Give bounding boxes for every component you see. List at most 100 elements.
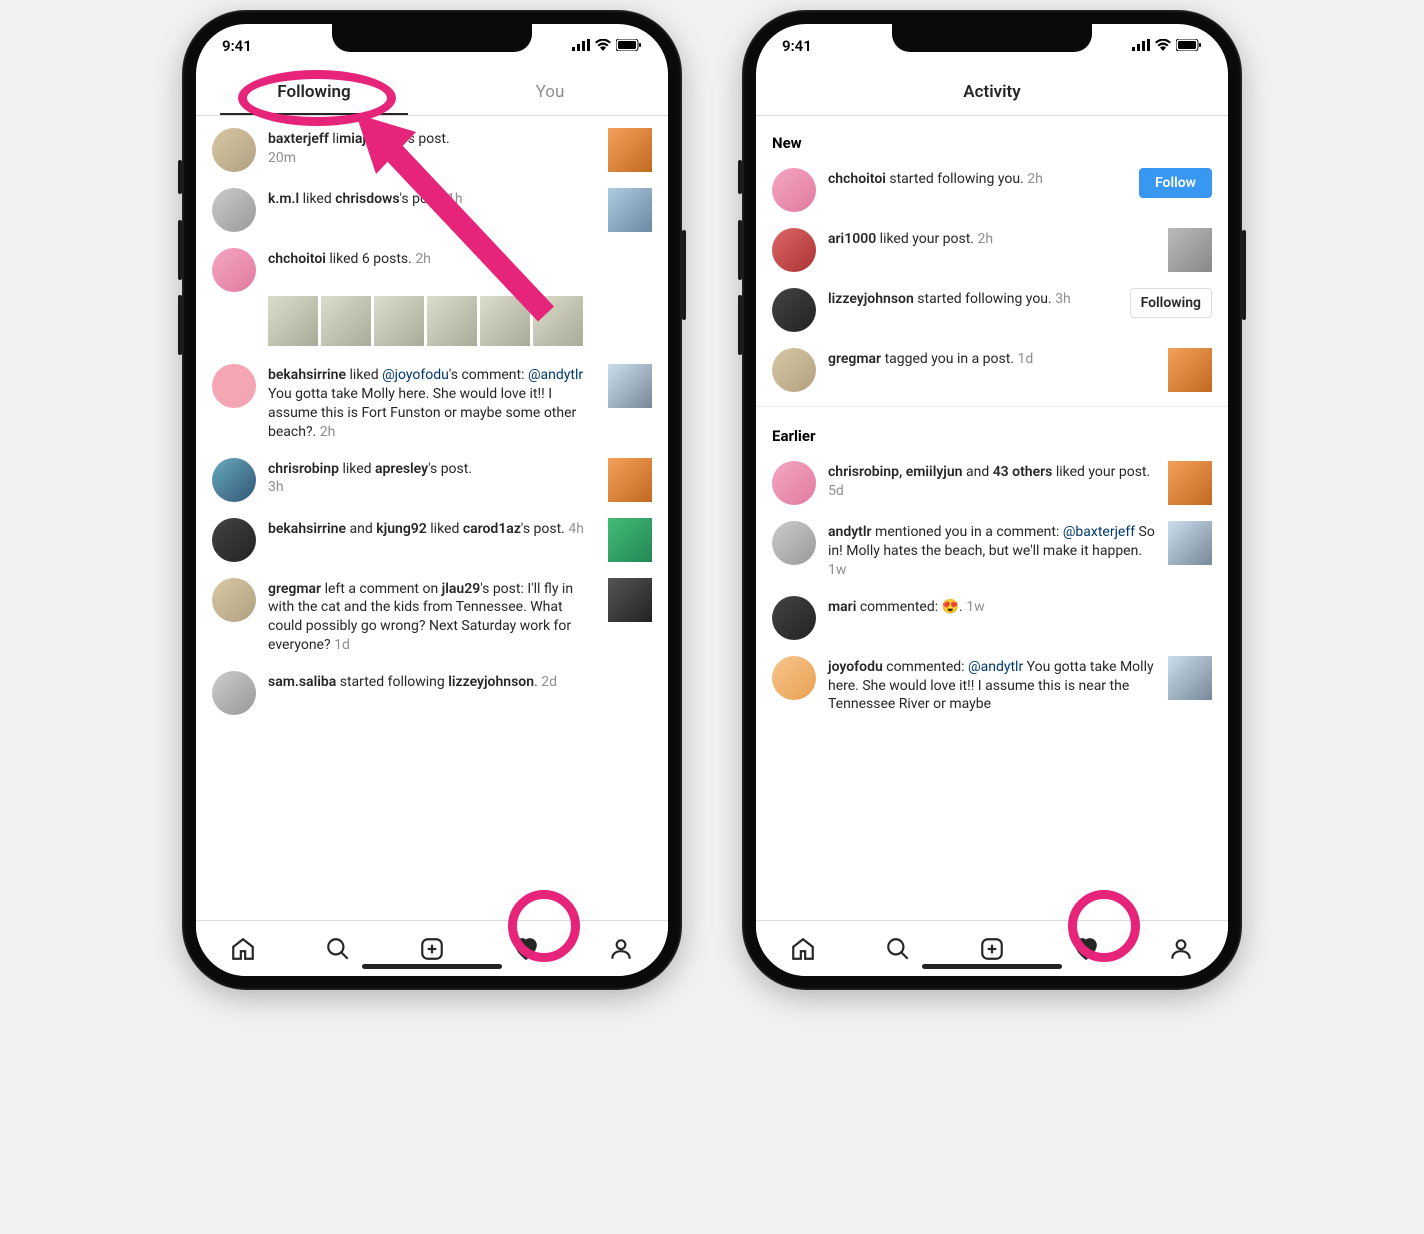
activity-row[interactable]: chchoitoi started following you. 2h Foll…	[756, 160, 1228, 220]
post-thumbnail[interactable]	[533, 296, 583, 346]
post-thumbnail[interactable]	[608, 364, 652, 408]
activity-row[interactable]: sam.saliba started following lizzeyjohns…	[196, 663, 668, 723]
post-thumbnail[interactable]	[427, 296, 477, 346]
avatar[interactable]	[212, 188, 256, 232]
wifi-icon	[595, 37, 611, 55]
activity-text: bekahsirrine liked @joyofodu's comment: …	[268, 364, 596, 442]
tab-following-label: Following	[277, 82, 350, 102]
activity-text: andytlr mentioned you in a comment: @bax…	[828, 521, 1156, 580]
activity-text: k.m.l liked chrisdows's post. 1h	[268, 188, 596, 209]
cellular-signal-icon	[1132, 37, 1150, 55]
post-thumbnail[interactable]	[1168, 348, 1212, 392]
header-title: Activity	[756, 82, 1228, 102]
activity-text: chchoitoi started following you. 2h	[828, 168, 1127, 189]
post-thumbnail[interactable]	[480, 296, 530, 346]
activity-text: baxterjeff limiajaywee's post. 20m	[268, 128, 596, 168]
search-icon[interactable]	[885, 936, 911, 962]
notch	[892, 24, 1092, 52]
avatar[interactable]	[772, 656, 816, 700]
activity-text: chchoitoi liked 6 posts. 2h	[268, 248, 652, 269]
avatar[interactable]	[212, 671, 256, 715]
post-thumbnail[interactable]	[608, 518, 652, 562]
activity-row[interactable]: gregmar tagged you in a post. 1d	[756, 340, 1228, 400]
home-indicator	[362, 964, 502, 969]
activity-text: chrisrobinp liked apresley's post. 3h	[268, 458, 596, 498]
phone-right: 9:41 Activity New chchoitoi started foll…	[742, 10, 1242, 990]
section-header-new: New	[756, 120, 1228, 160]
activity-row[interactable]: baxterjeff limiajaywee's post. 20m	[196, 120, 668, 180]
activity-row[interactable]: bekahsirrine liked @joyofodu's comment: …	[196, 356, 668, 450]
post-thumbnail[interactable]	[608, 188, 652, 232]
post-thumbnail[interactable]	[1168, 521, 1212, 565]
activity-row[interactable]: gregmar left a comment on jlau29's post:…	[196, 570, 668, 664]
activity-row[interactable]: k.m.l liked chrisdows's post. 1h	[196, 180, 668, 240]
battery-icon	[1176, 37, 1202, 55]
activity-row[interactable]: mari commented: 😍. 1w	[756, 588, 1228, 648]
activity-text: joyofodu commented: @andytlr You gotta t…	[828, 656, 1156, 715]
activity-text: mari commented: 😍. 1w	[828, 596, 1212, 617]
add-post-icon[interactable]	[419, 936, 445, 962]
avatar[interactable]	[212, 364, 256, 408]
post-thumbnail[interactable]	[374, 296, 424, 346]
avatar[interactable]	[772, 461, 816, 505]
activity-row[interactable]: bekahsirrine and kjung92 liked carod1az'…	[196, 510, 668, 570]
avatar[interactable]	[772, 168, 816, 212]
activity-text: ari1000 liked your post. 2h	[828, 228, 1156, 249]
header-tabs: Following You	[196, 68, 668, 116]
avatar[interactable]	[772, 228, 816, 272]
avatar[interactable]	[772, 288, 816, 332]
notch	[332, 24, 532, 52]
avatar[interactable]	[772, 348, 816, 392]
avatar[interactable]	[212, 458, 256, 502]
status-time: 9:41	[222, 37, 252, 55]
activity-text: lizzeyjohnson started following you. 3h	[828, 288, 1118, 309]
activity-row[interactable]: joyofodu commented: @andytlr You gotta t…	[756, 648, 1228, 723]
activity-text: sam.saliba started following lizzeyjohns…	[268, 671, 652, 692]
following-feed[interactable]: baxterjeff limiajaywee's post. 20m k.m.l…	[196, 116, 668, 920]
post-thumbnail[interactable]	[268, 296, 318, 346]
activity-heart-icon[interactable]	[1073, 936, 1099, 962]
post-thumbnail[interactable]	[1168, 656, 1212, 700]
avatar[interactable]	[212, 518, 256, 562]
post-thumbnail[interactable]	[321, 296, 371, 346]
post-thumbnail[interactable]	[608, 128, 652, 172]
post-thumbnail[interactable]	[608, 458, 652, 502]
home-icon[interactable]	[790, 936, 816, 962]
activity-text: chrisrobinp, emiilyjun and 43 others lik…	[828, 461, 1156, 501]
search-icon[interactable]	[325, 936, 351, 962]
activity-text: gregmar left a comment on jlau29's post:…	[268, 578, 596, 656]
activity-heart-icon[interactable]	[513, 936, 539, 962]
following-button[interactable]: Following	[1130, 288, 1212, 318]
avatar[interactable]	[772, 521, 816, 565]
tab-you[interactable]: You	[432, 70, 668, 114]
avatar[interactable]	[212, 248, 256, 292]
add-post-icon[interactable]	[979, 936, 1005, 962]
battery-icon	[616, 37, 642, 55]
activity-row[interactable]: andytlr mentioned you in a comment: @bax…	[756, 513, 1228, 588]
home-icon[interactable]	[230, 936, 256, 962]
activity-text: gregmar tagged you in a post. 1d	[828, 348, 1156, 369]
avatar[interactable]	[212, 128, 256, 172]
activity-row[interactable]: lizzeyjohnson started following you. 3h …	[756, 280, 1228, 340]
activity-row[interactable]: chchoitoi liked 6 posts. 2h	[196, 240, 668, 292]
follow-button[interactable]: Follow	[1139, 168, 1212, 198]
post-thumbnail[interactable]	[1168, 228, 1212, 272]
home-indicator	[922, 964, 1062, 969]
profile-icon[interactable]	[608, 936, 634, 962]
status-time: 9:41	[782, 37, 812, 55]
activity-text: bekahsirrine and kjung92 liked carod1az'…	[268, 518, 596, 539]
avatar[interactable]	[212, 578, 256, 622]
activity-row[interactable]: chrisrobinp liked apresley's post. 3h	[196, 450, 668, 510]
header-bar: Activity	[756, 68, 1228, 116]
post-thumbnail[interactable]	[1168, 461, 1212, 505]
section-header-earlier: Earlier	[756, 413, 1228, 453]
profile-icon[interactable]	[1168, 936, 1194, 962]
phone-left: 9:41 Following You	[182, 10, 682, 990]
cellular-signal-icon	[572, 37, 590, 55]
activity-row[interactable]: chrisrobinp, emiilyjun and 43 others lik…	[756, 453, 1228, 513]
activity-feed[interactable]: New chchoitoi started following you. 2h …	[756, 116, 1228, 920]
avatar[interactable]	[772, 596, 816, 640]
activity-row[interactable]: ari1000 liked your post. 2h	[756, 220, 1228, 280]
tab-following[interactable]: Following	[196, 70, 432, 114]
post-thumbnail[interactable]	[608, 578, 652, 622]
